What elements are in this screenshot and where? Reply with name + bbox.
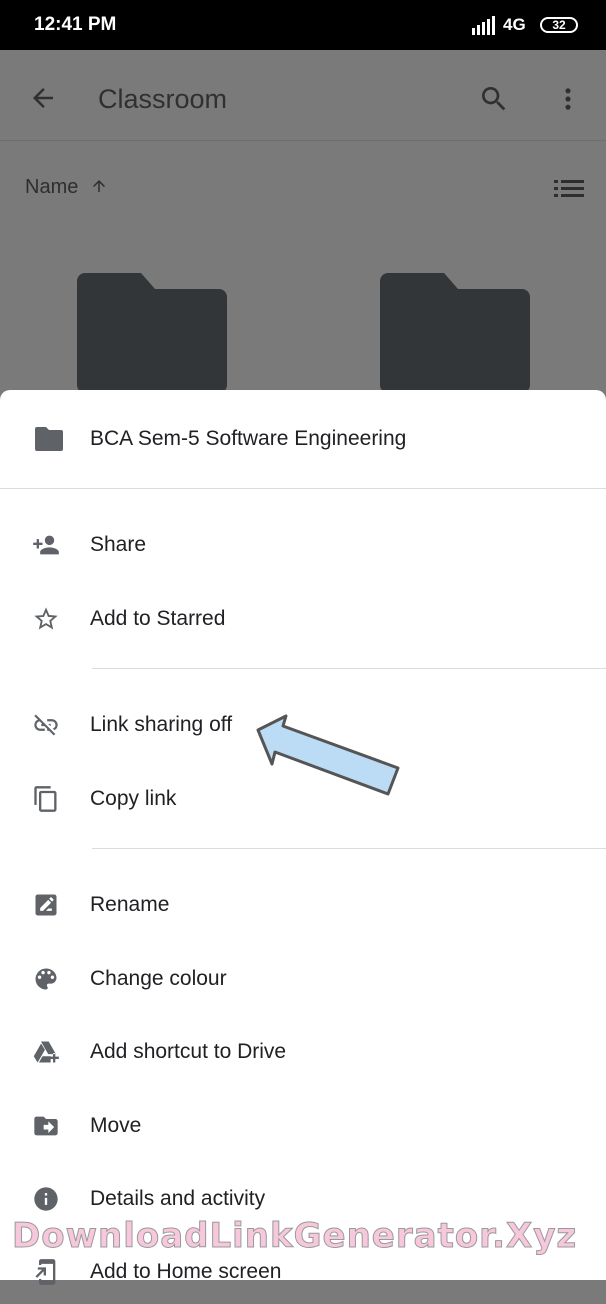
copy-icon [34, 786, 57, 812]
folder-icon[interactable] [77, 273, 227, 393]
list-view-icon[interactable] [554, 176, 584, 202]
status-time: 12:41 PM [34, 14, 117, 35]
link-off-icon [34, 714, 58, 736]
app-bar: Classroom [0, 50, 606, 141]
edit-icon [35, 894, 57, 916]
menu-item-label: Link sharing off [90, 713, 233, 736]
person-add-icon [33, 535, 59, 555]
arrow-up-icon [92, 180, 105, 192]
status-bar: 12:41 PM 4G 32 [0, 0, 606, 50]
menu-item-add-to-starred[interactable]: Add to Starred [0, 587, 606, 651]
sort-label: Name [25, 176, 79, 198]
page-title: Classroom [98, 84, 228, 114]
sheet-header: BCA Sem-5 Software Engineering [0, 390, 606, 489]
divider [92, 668, 606, 669]
signal-icon [472, 16, 495, 35]
menu-item-label: Add shortcut to Drive [90, 1040, 287, 1063]
menu-item-label: Rename [90, 893, 170, 916]
sort-control[interactable]: Name [25, 176, 108, 199]
menu-item-share[interactable]: Share [0, 513, 606, 577]
search-icon[interactable] [478, 83, 510, 115]
menu-item-label: Copy link [90, 787, 177, 810]
menu-item-label: Details and activity [90, 1187, 266, 1210]
info-icon [34, 1187, 58, 1211]
menu-item-label: Change colour [90, 967, 227, 990]
menu-item-change-colour[interactable]: Change colour [0, 947, 606, 1011]
annotation-arrow-icon [256, 714, 400, 796]
menu-item-rename[interactable]: Rename [0, 873, 606, 937]
folder-icon [35, 427, 63, 451]
palette-icon [35, 968, 57, 990]
folder-icon[interactable] [380, 273, 530, 393]
bottom-sheet: BCA Sem-5 Software Engineering Share Add… [0, 390, 606, 1285]
move-folder-icon [34, 1116, 58, 1136]
more-vert-icon[interactable] [554, 85, 582, 113]
sheet-title: BCA Sem-5 Software Engineering [90, 427, 407, 450]
add-home-screen-icon [35, 1259, 56, 1285]
star-outline-icon [34, 607, 58, 630]
menu-item-label: Add to Starred [90, 607, 226, 630]
arrow-left-icon[interactable] [28, 83, 58, 113]
menu-item-move[interactable]: Move [0, 1094, 606, 1158]
watermark: DownloadLinkGenerator.Xyz [11, 1216, 578, 1257]
battery-icon: 32 [540, 17, 578, 33]
menu-item-label: Share [90, 533, 147, 556]
network-label: 4G [503, 15, 526, 34]
menu-item-label: Move [90, 1114, 142, 1137]
drive-shortcut-icon [33, 1041, 59, 1063]
menu-item-label: Add to Home screen [90, 1260, 282, 1283]
menu-item-add-shortcut[interactable]: Add shortcut to Drive [0, 1020, 606, 1084]
network-type: 4G [503, 15, 526, 35]
divider [92, 848, 606, 849]
